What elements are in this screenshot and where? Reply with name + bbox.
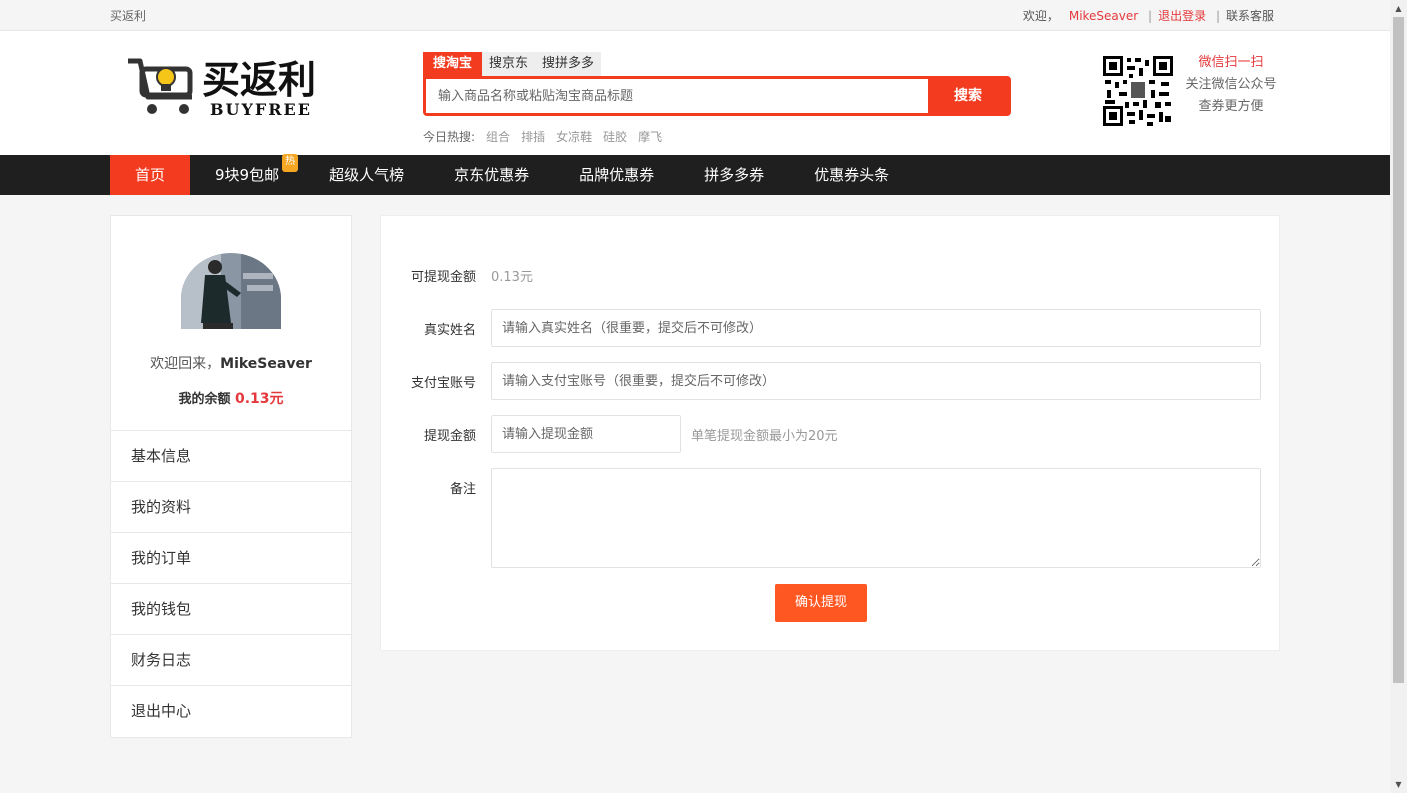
balance-line: 我的余额 0.13元 [111,388,351,408]
menu-my-wallet[interactable]: 我的钱包 [111,584,351,635]
main-nav: 首页 9块9包邮热 超级人气榜 京东优惠券 品牌优惠券 拼多多券 优惠券头条 [0,154,1407,195]
header: 买返利 BUYFREE 搜淘宝 搜京东 搜拼多多 搜索 今日热搜: 组合 排插 … [0,31,1407,155]
profile-card: 欢迎回来，MikeSeaver 我的余额 0.13元 [111,216,351,431]
note-row: 备注 [381,468,1261,568]
alipay-label: 支付宝账号 [410,375,476,391]
scrollbar-thumb[interactable] [1393,17,1404,683]
top-username-link[interactable]: MikeSeaver [1069,9,1138,23]
menu-finance-log[interactable]: 财务日志 [111,635,351,686]
logo-main-text: 买返利 [202,58,316,102]
nav-jd-coupons[interactable]: 京东优惠券 [429,155,554,195]
nav-popular[interactable]: 超级人气榜 [304,155,429,195]
amount-hint: 单笔提现金额最小为20元 [691,428,838,444]
available-label: 可提现金额 [410,270,476,285]
user-sidebar: 欢迎回来，MikeSeaver 我的余额 0.13元 基本信息 我的资料 我的订… [110,215,352,738]
welcome-message: 欢迎回来，MikeSeaver [111,353,351,373]
account-menu: 基本信息 我的资料 我的订单 我的钱包 财务日志 退出中心 [111,431,351,737]
qr-code-icon [1103,56,1173,126]
welcome-text: 欢迎， [1022,9,1059,23]
confirm-withdraw-button[interactable]: 确认提现 [775,584,867,622]
hot-keyword[interactable]: 排插 [521,128,545,145]
search-box: 搜索 [423,76,1011,116]
menu-my-orders[interactable]: 我的订单 [111,533,351,584]
available-row: 可提现金额 0.13元 [381,266,533,285]
wechat-promo: 微信扫一扫 关注微信公众号 查券更方便 [1178,52,1284,118]
nav-home[interactable]: 首页 [110,155,191,195]
hot-badge: 热 [282,154,299,172]
logout-link[interactable]: 退出登录 [1158,9,1206,23]
avatar[interactable] [181,253,281,329]
tab-jd[interactable]: 搜京东 [482,52,536,76]
hot-searches: 今日热搜: 组合 排插 女凉鞋 硅胶 摩飞 [423,128,662,145]
alipay-row: 支付宝账号 [381,362,1261,400]
hot-label: 今日热搜: [423,130,476,144]
name-row: 真实姓名 [381,309,1261,347]
balance-label: 我的余额 [178,392,231,407]
nav-pdd-coupons[interactable]: 拼多多券 [679,155,789,195]
wechat-line-1: 微信扫一扫 [1198,55,1264,70]
menu-basic-info[interactable]: 基本信息 [111,431,351,482]
divider: | [1215,9,1220,23]
nav-brand-coupons[interactable]: 品牌优惠券 [554,155,679,195]
real-name-input[interactable] [491,309,1261,347]
amount-row: 提现金额 单笔提现金额最小为20元 [381,415,838,453]
search-button[interactable]: 搜索 [928,79,1008,113]
nav-coupon-news[interactable]: 优惠券头条 [789,155,914,195]
top-user-links: 欢迎， MikeSeaver | 退出登录 | 联系客服 [1023,7,1274,24]
sidebar-username: MikeSeaver [220,356,312,372]
top-bar: 买返利 欢迎， MikeSeaver | 退出登录 | 联系客服 [0,0,1407,31]
balance-value: 0.13元 [235,391,284,407]
hot-keyword[interactable]: 摩飞 [638,128,662,145]
menu-logout-center[interactable]: 退出中心 [111,686,351,737]
scroll-up-icon[interactable]: ▲ [1390,0,1407,17]
divider: | [1148,9,1153,23]
contact-link[interactable]: 联系客服 [1226,9,1274,23]
available-value: 0.13元 [491,270,533,285]
logo[interactable]: 买返利 BUYFREE [126,53,342,119]
menu-my-profile[interactable]: 我的资料 [111,482,351,533]
page-scrollbar[interactable]: ▲ ▼ [1390,0,1407,793]
wechat-line-3: 查券更方便 [1198,99,1264,114]
wechat-line-2: 关注微信公众号 [1185,77,1277,92]
logo-sub-text: BUYFREE [210,100,312,119]
nav-9-9[interactable]: 9块9包邮热 [190,154,304,195]
scroll-down-icon[interactable]: ▼ [1390,776,1407,793]
alipay-account-input[interactable] [491,362,1261,400]
hot-keyword[interactable]: 女凉鞋 [556,128,592,145]
tab-taobao[interactable]: 搜淘宝 [423,52,483,76]
tab-pdd[interactable]: 搜拼多多 [535,52,602,76]
site-name[interactable]: 买返利 [110,7,146,24]
note-textarea[interactable] [491,468,1261,568]
nav-9-9-label: 9块9包邮 [215,166,280,184]
withdraw-form: 可提现金额 0.13元 真实姓名 支付宝账号 提现金额 单笔提现金额最小为20元… [380,215,1280,651]
hot-keyword[interactable]: 组合 [486,128,510,145]
welcome-prefix: 欢迎回来， [150,356,221,372]
hot-keyword[interactable]: 硅胶 [603,128,627,145]
amount-label: 提现金额 [423,428,476,444]
name-label: 真实姓名 [423,322,476,338]
note-label: 备注 [449,482,476,497]
search-tabs: 搜淘宝 搜京东 搜拼多多 [423,52,602,76]
withdraw-amount-input[interactable] [491,415,681,453]
search-input[interactable] [426,79,928,113]
